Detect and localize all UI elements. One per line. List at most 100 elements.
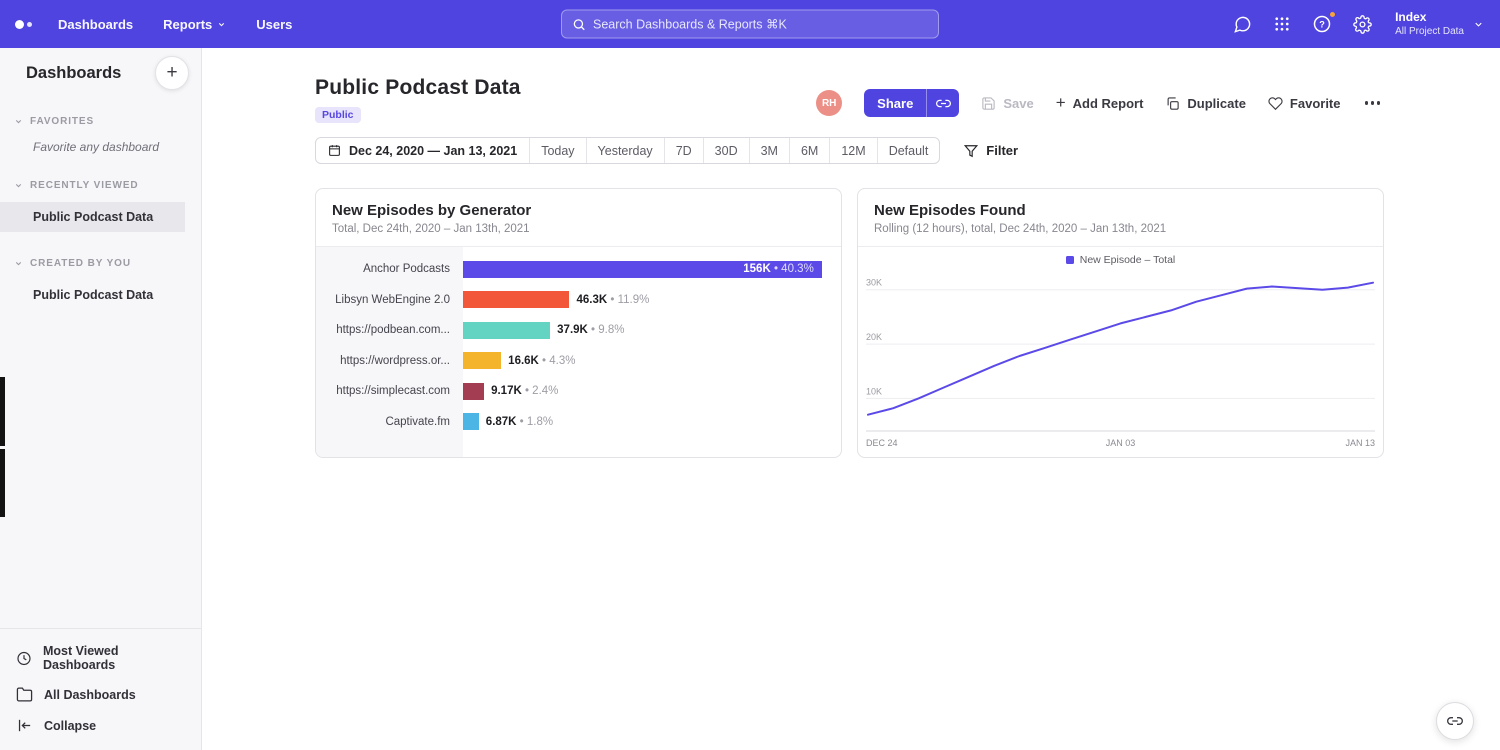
svg-text:?: ? <box>1319 19 1325 29</box>
visibility-badge: Public <box>315 107 361 123</box>
nav-dashboards[interactable]: Dashboards <box>58 17 133 32</box>
plus-icon: + <box>1056 94 1066 111</box>
apps-grid-icon[interactable] <box>1271 13 1293 35</box>
chevron-down-icon <box>217 20 226 29</box>
add-dashboard-button[interactable]: + <box>155 56 189 90</box>
topbar: Dashboards Reports Users ? Index <box>0 0 1500 48</box>
main-content: Public Podcast Data Public RH Share Save… <box>202 48 1500 750</box>
bar-category-label: https://simplecast.com <box>316 385 463 397</box>
bar-segment[interactable] <box>463 352 501 369</box>
chevron-down-icon <box>1473 19 1484 30</box>
line-chart-card: New Episodes Found Rolling (12 hours), t… <box>857 188 1384 458</box>
bar-row: Anchor Podcasts 156K • 40.3% <box>316 254 841 285</box>
line-chart-subtitle: Rolling (12 hours), total, Dec 24th, 202… <box>874 223 1367 235</box>
bar-segment[interactable] <box>463 291 569 308</box>
most-viewed-dashboards-button[interactable]: Most Viewed Dashboards <box>0 637 201 679</box>
link-icon <box>1447 713 1463 729</box>
sidebar-title: Dashboards <box>26 56 121 90</box>
all-dashboards-button[interactable]: All Dashboards <box>0 679 201 710</box>
whats-new-icon[interactable] <box>1231 13 1253 35</box>
line-chart-title: New Episodes Found <box>874 202 1367 219</box>
chevron-down-icon <box>14 259 23 268</box>
search-icon <box>572 17 586 31</box>
bar-value-label: 16.6K • 4.3% <box>508 355 575 367</box>
bar-segment[interactable] <box>463 413 479 430</box>
bar-category-label: Captivate.fm <box>316 416 463 428</box>
preset-yesterday[interactable]: Yesterday <box>586 138 664 163</box>
date-range-group: Dec 24, 2020 — Jan 13, 2021 Today Yester… <box>315 137 940 164</box>
top-nav: Dashboards Reports Users <box>58 17 292 32</box>
bar-row: https://simplecast.com 9.17K • 2.4% <box>316 376 841 407</box>
all-dashboards-label: All Dashboards <box>44 688 136 702</box>
project-name: Index <box>1395 10 1464 26</box>
date-range-label: Dec 24, 2020 — Jan 13, 2021 <box>349 144 517 158</box>
preset-12m[interactable]: 12M <box>829 138 876 163</box>
nav-reports[interactable]: Reports <box>163 17 226 32</box>
help-icon[interactable]: ? <box>1311 13 1333 35</box>
legend-swatch <box>1066 256 1074 264</box>
bar-value-label: 9.17K • 2.4% <box>491 385 558 397</box>
favorite-button[interactable]: Favorite <box>1268 96 1341 111</box>
preset-3m[interactable]: 3M <box>749 138 789 163</box>
bar-row: https://podbean.com...37.9K • 9.8% <box>316 315 841 346</box>
section-recently-viewed[interactable]: RECENTLY VIEWED <box>0 180 201 191</box>
bar-track: 6.87K • 1.8% <box>463 413 841 430</box>
share-split-button: Share <box>864 89 959 117</box>
save-button[interactable]: Save <box>981 96 1033 111</box>
bar-segment[interactable] <box>463 322 550 339</box>
sidebar-item-public-podcast-data[interactable]: Public Podcast Data <box>0 202 185 232</box>
favorite-label: Favorite <box>1290 96 1341 111</box>
preset-today[interactable]: Today <box>529 138 585 163</box>
chart-legend: New Episode – Total <box>866 254 1375 266</box>
more-options-button[interactable] <box>1363 95 1383 111</box>
bar-segment[interactable] <box>463 383 484 400</box>
bar-segment[interactable]: 156K • 40.3% <box>463 261 822 278</box>
settings-gear-icon[interactable] <box>1351 13 1373 35</box>
bar-track: 156K • 40.3% <box>463 261 841 278</box>
folder-icon <box>16 686 33 703</box>
bar-track: 16.6K • 4.3% <box>463 352 841 369</box>
bar-value-label: 156K • 40.3% <box>743 263 814 275</box>
preset-7d[interactable]: 7D <box>664 138 703 163</box>
project-selector[interactable]: Index All Project Data <box>1395 10 1484 38</box>
sidebar: Dashboards + FAVORITES Favorite any dash… <box>0 48 202 750</box>
preset-default[interactable]: Default <box>877 138 940 163</box>
date-range-picker[interactable]: Dec 24, 2020 — Jan 13, 2021 <box>316 138 529 163</box>
x-tick-label: DEC 24 <box>866 438 898 448</box>
screen-edge-artifact <box>0 377 5 446</box>
global-search[interactable] <box>561 10 939 39</box>
bar-value-label: 6.87K • 1.8% <box>486 416 553 428</box>
x-tick-label: JAN 13 <box>1345 438 1375 448</box>
section-created-by-you[interactable]: CREATED BY YOU <box>0 258 201 269</box>
preset-6m[interactable]: 6M <box>789 138 829 163</box>
duplicate-button[interactable]: Duplicate <box>1165 96 1246 111</box>
add-report-label: Add Report <box>1073 96 1144 111</box>
bar-category-label: Anchor Podcasts <box>316 263 463 275</box>
screen-edge-artifact <box>0 449 5 517</box>
line-chart[interactable]: 10K20K30KDEC 24JAN 03JAN 13 <box>866 268 1375 454</box>
line-series[interactable] <box>868 283 1373 415</box>
filter-label: Filter <box>986 143 1018 158</box>
sidebar-item-public-podcast-data-created[interactable]: Public Podcast Data <box>0 280 201 310</box>
logo-dot <box>15 20 24 29</box>
nav-users[interactable]: Users <box>256 17 292 32</box>
add-report-button[interactable]: + Add Report <box>1056 96 1144 111</box>
avatar[interactable]: RH <box>816 90 842 116</box>
preset-30d[interactable]: 30D <box>703 138 749 163</box>
link-fab[interactable] <box>1436 702 1474 740</box>
bar-category-label: Libsyn WebEngine 2.0 <box>316 294 463 306</box>
section-favorites-label: FAVORITES <box>30 116 94 127</box>
search-input[interactable] <box>593 17 928 31</box>
copy-link-button[interactable] <box>926 89 959 117</box>
app-logo[interactable] <box>15 20 32 29</box>
project-subtitle: All Project Data <box>1395 26 1464 38</box>
section-favorites[interactable]: FAVORITES <box>0 116 201 127</box>
chevron-down-icon <box>14 181 23 190</box>
collapse-label: Collapse <box>44 719 96 733</box>
bar-chart[interactable]: Anchor Podcasts 156K • 40.3% Libsyn WebEng… <box>316 247 841 457</box>
filter-button[interactable]: Filter <box>964 143 1018 158</box>
collapse-sidebar-button[interactable]: Collapse <box>0 710 201 741</box>
share-button[interactable]: Share <box>864 89 926 117</box>
bar-track: 37.9K • 9.8% <box>463 322 841 339</box>
bar-chart-subtitle: Total, Dec 24th, 2020 – Jan 13th, 2021 <box>332 223 825 235</box>
